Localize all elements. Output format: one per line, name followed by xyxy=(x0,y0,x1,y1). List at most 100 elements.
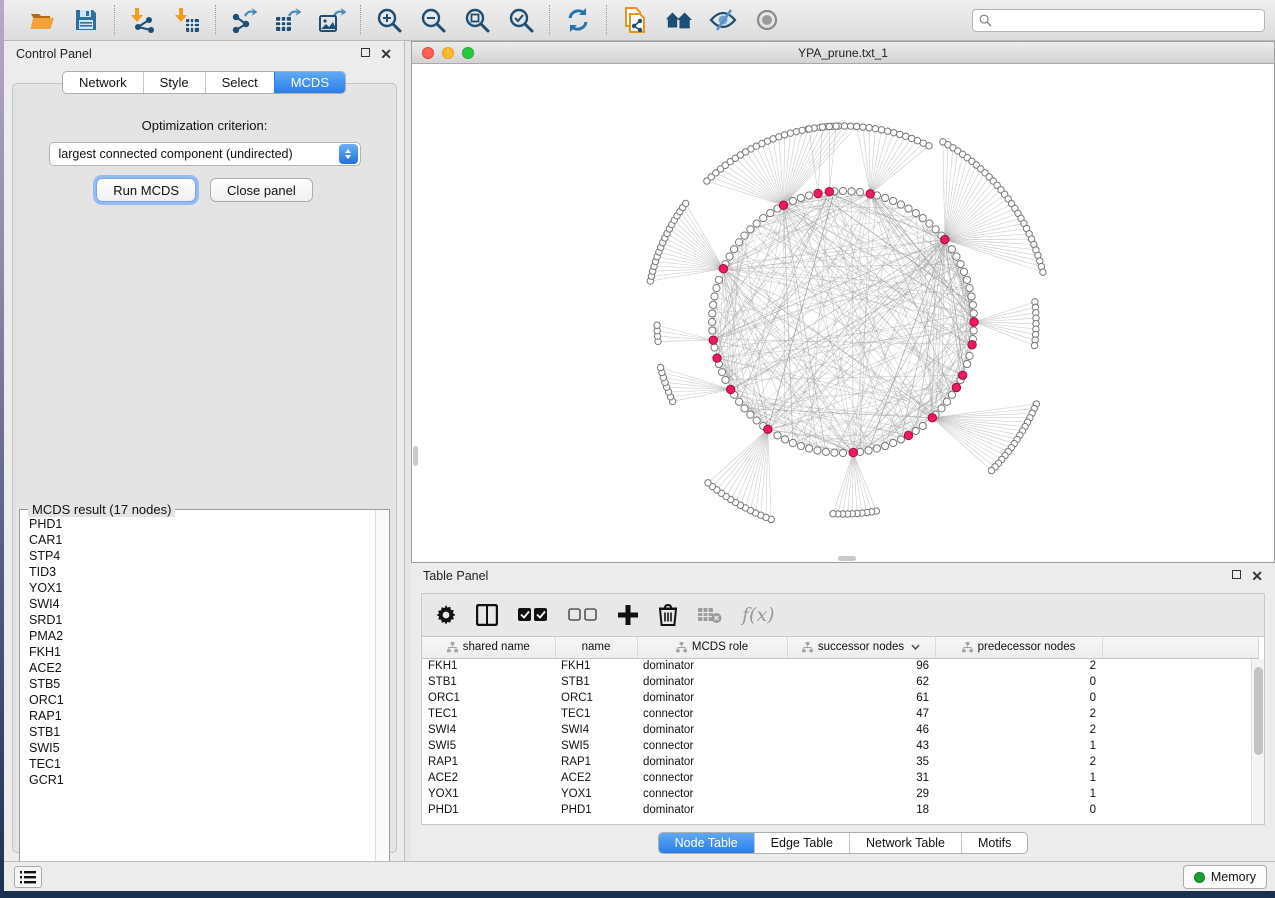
table-row[interactable]: TEC1TEC1connector472 xyxy=(422,706,1258,722)
mcds-result-item[interactable]: FKH1 xyxy=(21,644,374,660)
float-panel-icon[interactable] xyxy=(361,48,370,60)
table-row[interactable]: FKH1FKH1dominator962 xyxy=(422,658,1258,674)
column-header-successor-nodes[interactable]: successor nodes xyxy=(787,637,935,658)
status-bar: Memory xyxy=(4,861,1275,891)
export-image-icon[interactable] xyxy=(318,6,346,34)
table-row[interactable]: ACE2ACE2connector311 xyxy=(422,770,1258,786)
unselect-all-icon[interactable] xyxy=(568,607,598,623)
task-history-button[interactable] xyxy=(14,866,42,888)
tab-network[interactable]: Network xyxy=(63,72,143,93)
copy-network-icon[interactable] xyxy=(621,6,649,34)
mcds-result-item[interactable]: PHD1 xyxy=(21,516,374,532)
table-cell-filler xyxy=(1102,770,1258,786)
mcds-result-scrollbar[interactable] xyxy=(375,510,389,876)
mcds-result-item[interactable]: ACE2 xyxy=(21,660,374,676)
table-row[interactable]: RAP1RAP1dominator352 xyxy=(422,754,1258,770)
mcds-result-item[interactable]: STB1 xyxy=(21,724,374,740)
mcds-result-item[interactable]: ORC1 xyxy=(21,692,374,708)
column-view-icon[interactable] xyxy=(476,604,498,626)
table-cell: STB1 xyxy=(422,674,555,690)
save-icon[interactable] xyxy=(72,6,100,34)
search-box[interactable] xyxy=(972,9,1265,32)
home-icon[interactable] xyxy=(665,6,693,34)
search-input[interactable] xyxy=(997,14,1258,28)
tab-node-table[interactable]: Node Table xyxy=(659,833,754,853)
column-header-predecessor-nodes[interactable]: predecessor nodes xyxy=(935,637,1102,658)
mcds-result-item[interactable]: PMA2 xyxy=(21,628,374,644)
column-header-filler xyxy=(1102,637,1258,658)
tab-edge-table[interactable]: Edge Table xyxy=(754,833,849,853)
table-cell: SWI5 xyxy=(422,738,555,754)
close-panel-icon[interactable]: ✕ xyxy=(380,47,392,61)
show-eye-icon[interactable] xyxy=(753,6,781,34)
column-header-name[interactable]: name xyxy=(555,637,637,658)
mcds-result-item[interactable]: SWI5 xyxy=(21,740,374,756)
zoom-selected-icon[interactable] xyxy=(507,6,535,34)
hide-selected-eye-icon[interactable] xyxy=(709,6,737,34)
tab-style[interactable]: Style xyxy=(143,72,205,93)
control-panel-title: Control Panel xyxy=(16,47,92,61)
function-builder-icon[interactable]: f(x) xyxy=(742,604,775,626)
mcds-result-item[interactable]: TEC1 xyxy=(21,756,374,772)
tab-select[interactable]: Select xyxy=(205,72,274,93)
mcds-result-item[interactable]: YOX1 xyxy=(21,580,374,596)
delete-column-trash-icon[interactable] xyxy=(658,604,678,626)
open-folder-icon[interactable] xyxy=(28,6,56,34)
table-settings-gear-icon[interactable] xyxy=(436,605,456,625)
memory-label: Memory xyxy=(1211,870,1256,884)
table-row[interactable]: ORC1ORC1dominator610 xyxy=(422,690,1258,706)
table-row[interactable]: YOX1YOX1connector291 xyxy=(422,786,1258,802)
run-mcds-button[interactable]: Run MCDS xyxy=(96,178,196,202)
network-window-titlebar[interactable]: YPA_prune.txt_1 xyxy=(412,42,1274,64)
table-cell: 46 xyxy=(787,722,935,738)
import-network-icon[interactable] xyxy=(129,6,157,34)
float-table-panel-icon[interactable] xyxy=(1232,570,1241,582)
table-row[interactable]: STB1STB1dominator620 xyxy=(422,674,1258,690)
table-vertical-scrollbar[interactable] xyxy=(1251,659,1264,824)
memory-status-icon xyxy=(1194,872,1205,883)
table-cell: PHD1 xyxy=(555,802,637,818)
tab-mcds[interactable]: MCDS xyxy=(274,72,345,93)
table-cell: dominator xyxy=(637,674,787,690)
column-header-MCDS-role[interactable]: MCDS role xyxy=(637,637,787,658)
import-table-icon[interactable] xyxy=(173,6,201,34)
table-cell: 0 xyxy=(935,802,1102,818)
mcds-result-item[interactable]: CAR1 xyxy=(21,532,374,548)
mcds-result-item[interactable]: TID3 xyxy=(21,564,374,580)
table-cell: 31 xyxy=(787,770,935,786)
tab-motifs[interactable]: Motifs xyxy=(961,833,1027,853)
mcds-result-item[interactable]: RAP1 xyxy=(21,708,374,724)
network-canvas[interactable] xyxy=(412,64,1274,562)
close-panel-button[interactable]: Close panel xyxy=(210,178,313,202)
delete-table-icon[interactable] xyxy=(698,606,722,624)
zoom-fit-icon[interactable] xyxy=(463,6,491,34)
table-cell: PHD1 xyxy=(422,802,555,818)
memory-button[interactable]: Memory xyxy=(1183,865,1267,889)
zoom-out-icon[interactable] xyxy=(419,6,447,34)
select-all-icon[interactable] xyxy=(518,607,548,623)
table-cell: TEC1 xyxy=(422,706,555,722)
column-header-shared-name[interactable]: shared name xyxy=(422,637,555,658)
refresh-icon[interactable] xyxy=(564,6,592,34)
mcds-result-item[interactable]: SWI4 xyxy=(21,596,374,612)
table-row[interactable]: PHD1PHD1dominator180 xyxy=(422,802,1258,818)
export-network-icon[interactable] xyxy=(230,6,258,34)
table-row[interactable]: SWI4SWI4dominator462 xyxy=(422,722,1258,738)
mcds-result-item[interactable]: STB5 xyxy=(21,676,374,692)
export-table-icon[interactable] xyxy=(274,6,302,34)
network-graph[interactable] xyxy=(412,64,1274,562)
zoom-in-icon[interactable] xyxy=(375,6,403,34)
table-row[interactable]: SWI5SWI5connector431 xyxy=(422,738,1258,754)
mcds-result-item[interactable]: GCR1 xyxy=(21,772,374,788)
mcds-result-list[interactable]: PHD1CAR1STP4TID3YOX1SWI4SRD1PMA2FKH1ACE2… xyxy=(21,516,374,875)
table-cell-filler xyxy=(1102,738,1258,754)
network-vertical-scrollbar[interactable] xyxy=(412,64,419,562)
network-horizontal-scrollbar[interactable] xyxy=(838,556,856,561)
mcds-result-item[interactable]: STP4 xyxy=(21,548,374,564)
table-cell: STB1 xyxy=(555,674,637,690)
add-column-icon[interactable] xyxy=(618,605,638,625)
optimization-criterion-select[interactable]: largest connected component (undirected) xyxy=(49,142,361,166)
tab-network-table[interactable]: Network Table xyxy=(849,833,961,853)
mcds-result-item[interactable]: SRD1 xyxy=(21,612,374,628)
close-table-panel-icon[interactable]: ✕ xyxy=(1251,569,1263,583)
